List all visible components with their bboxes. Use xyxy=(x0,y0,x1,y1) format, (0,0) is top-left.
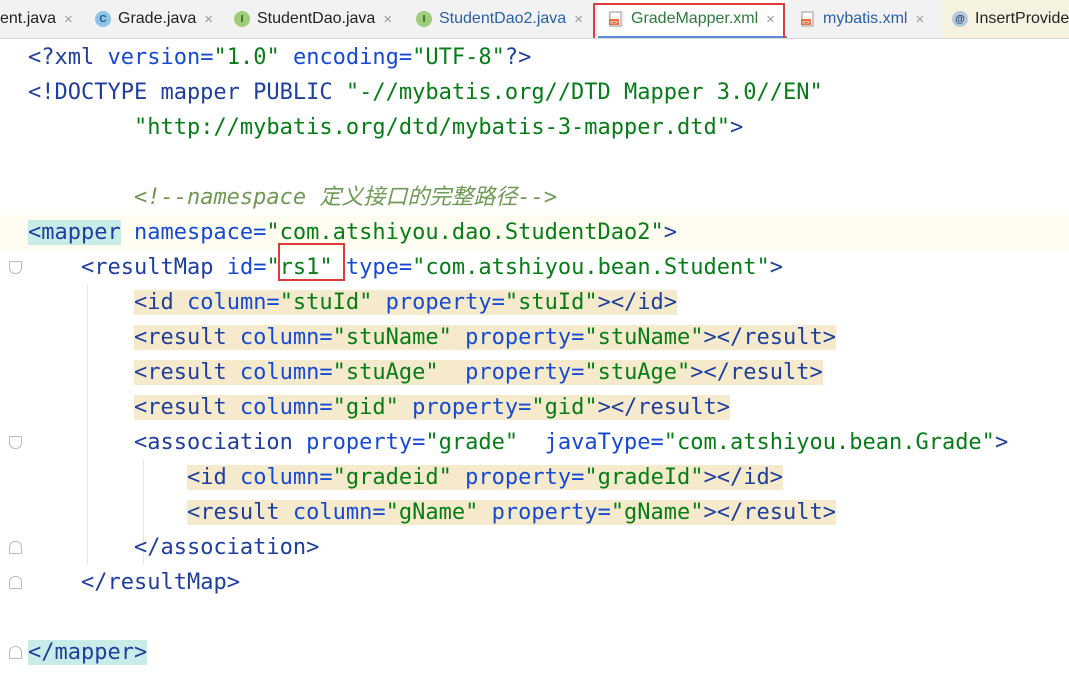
tab-studentdao2-java[interactable]: I StudentDao2.java × xyxy=(416,0,589,38)
tab-mybatis-xml[interactable]: <> mybatis.xml × xyxy=(800,0,930,38)
fold-icon[interactable] xyxy=(9,436,22,449)
code-line-result: <result column="stuName" property="stuNa… xyxy=(133,325,836,350)
code-editor[interactable]: <?xml version="1.0" encoding="UTF-8"?> <… xyxy=(0,39,1069,686)
tab-label: StudentDao.java xyxy=(257,10,376,27)
fold-icon[interactable] xyxy=(9,576,22,589)
close-icon[interactable]: × xyxy=(64,11,73,28)
code-line-result: <result column="gid" property="gid"></re… xyxy=(133,395,731,420)
tab-studentdao-java[interactable]: I StudentDao.java × xyxy=(234,0,398,38)
code-line-comment: <!--namespace 定义接口的完整路径--> xyxy=(133,185,558,210)
tab-grade-java[interactable]: C Grade.java × xyxy=(95,0,219,38)
tab-label: ent.java xyxy=(0,10,57,27)
code-line-result: <result column="stuAge" property="stuAge… xyxy=(133,360,823,385)
code-line-id: <id column="stuId" property="stuId"></id… xyxy=(133,290,678,315)
tab-insertprovider[interactable]: @ InsertProvide xyxy=(942,0,1069,38)
close-icon[interactable]: × xyxy=(915,11,924,28)
code-line-2: <!DOCTYPE mapper PUBLIC "-//mybatis.org/… xyxy=(28,80,823,105)
tab-label: Grade.java xyxy=(118,10,197,27)
code-line-1: <?xml version="1.0" encoding="UTF-8"?> xyxy=(28,45,532,70)
close-icon[interactable]: × xyxy=(766,11,775,28)
class-icon: C xyxy=(95,11,111,27)
code-line-resultmap-close: </resultMap> xyxy=(28,570,240,595)
tab-label: StudentDao2.java xyxy=(439,10,567,27)
close-icon[interactable]: × xyxy=(574,11,583,28)
code-line-result: <result column="gName" property="gName">… xyxy=(186,500,836,525)
fold-icon[interactable] xyxy=(9,646,22,659)
svg-text:<>: <> xyxy=(610,20,618,26)
fold-icon[interactable] xyxy=(9,541,22,554)
tab-label: InsertProvide xyxy=(975,10,1069,27)
interface-icon: I xyxy=(416,11,432,27)
fold-icon[interactable] xyxy=(9,261,22,274)
svg-text:<>: <> xyxy=(802,20,810,26)
code-line-id: <id column="gradeid" property="gradeId">… xyxy=(186,465,784,490)
tab-student-java[interactable]: ent.java × xyxy=(0,0,79,38)
code-line-association-close: </association> xyxy=(28,535,320,560)
editor-tab-bar: ent.java × C Grade.java × I StudentDao.j… xyxy=(0,0,1069,39)
editor-gutter xyxy=(0,39,24,686)
code-line-association: <association property="grade" javaType="… xyxy=(28,430,1009,455)
code-line-mapper-close: </mapper> xyxy=(28,640,148,665)
annotation-icon: @ xyxy=(952,11,968,27)
tab-label: GradeMapper.xml xyxy=(631,10,759,27)
tab-grademapper-xml[interactable]: <> GradeMapper.xml × xyxy=(598,0,787,38)
xml-file-icon: <> xyxy=(800,11,816,27)
close-icon[interactable]: × xyxy=(204,11,213,28)
tab-label: mybatis.xml xyxy=(823,10,908,27)
code-line-mapper: <mapper namespace="com.atshiyou.dao.Stud… xyxy=(0,215,1069,250)
code-line-3: "http://mybatis.org/dtd/mybatis-3-mapper… xyxy=(133,115,744,140)
xml-file-icon: <> xyxy=(608,11,624,27)
interface-icon: I xyxy=(234,11,250,27)
close-icon[interactable]: × xyxy=(383,11,392,28)
code-line-resultmap: <resultMap id="rs1" type="com.atshiyou.b… xyxy=(28,255,784,280)
